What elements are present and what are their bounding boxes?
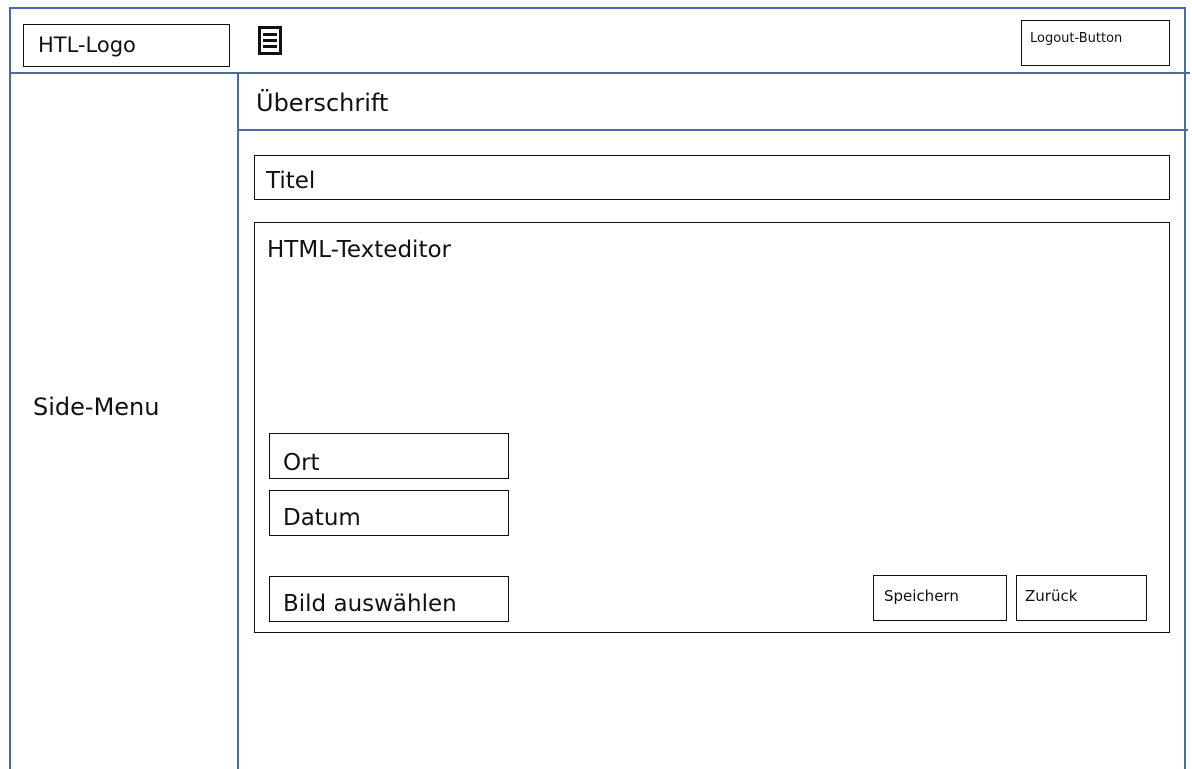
date-input[interactable]: Datum: [269, 490, 509, 536]
hamburger-menu-icon[interactable]: [258, 26, 282, 55]
location-input[interactable]: Ort: [269, 433, 509, 479]
page-heading: Überschrift: [256, 89, 389, 117]
title-input[interactable]: Titel: [254, 155, 1170, 200]
logo: HTL-Logo: [23, 24, 230, 67]
select-image-button[interactable]: Bild auswählen: [269, 576, 509, 622]
back-button[interactable]: Zurück: [1016, 575, 1147, 621]
logout-button[interactable]: Logout-Button: [1021, 20, 1170, 66]
save-button[interactable]: Speichern: [873, 575, 1007, 621]
sidebar-divider: [237, 72, 239, 769]
html-text-editor[interactable]: HTML-Texteditor: [254, 222, 1170, 633]
header-divider: [9, 72, 1190, 74]
editor-label: HTML-Texteditor: [267, 237, 451, 263]
side-menu[interactable]: Side-Menu: [33, 393, 159, 421]
heading-divider: [237, 129, 1188, 131]
